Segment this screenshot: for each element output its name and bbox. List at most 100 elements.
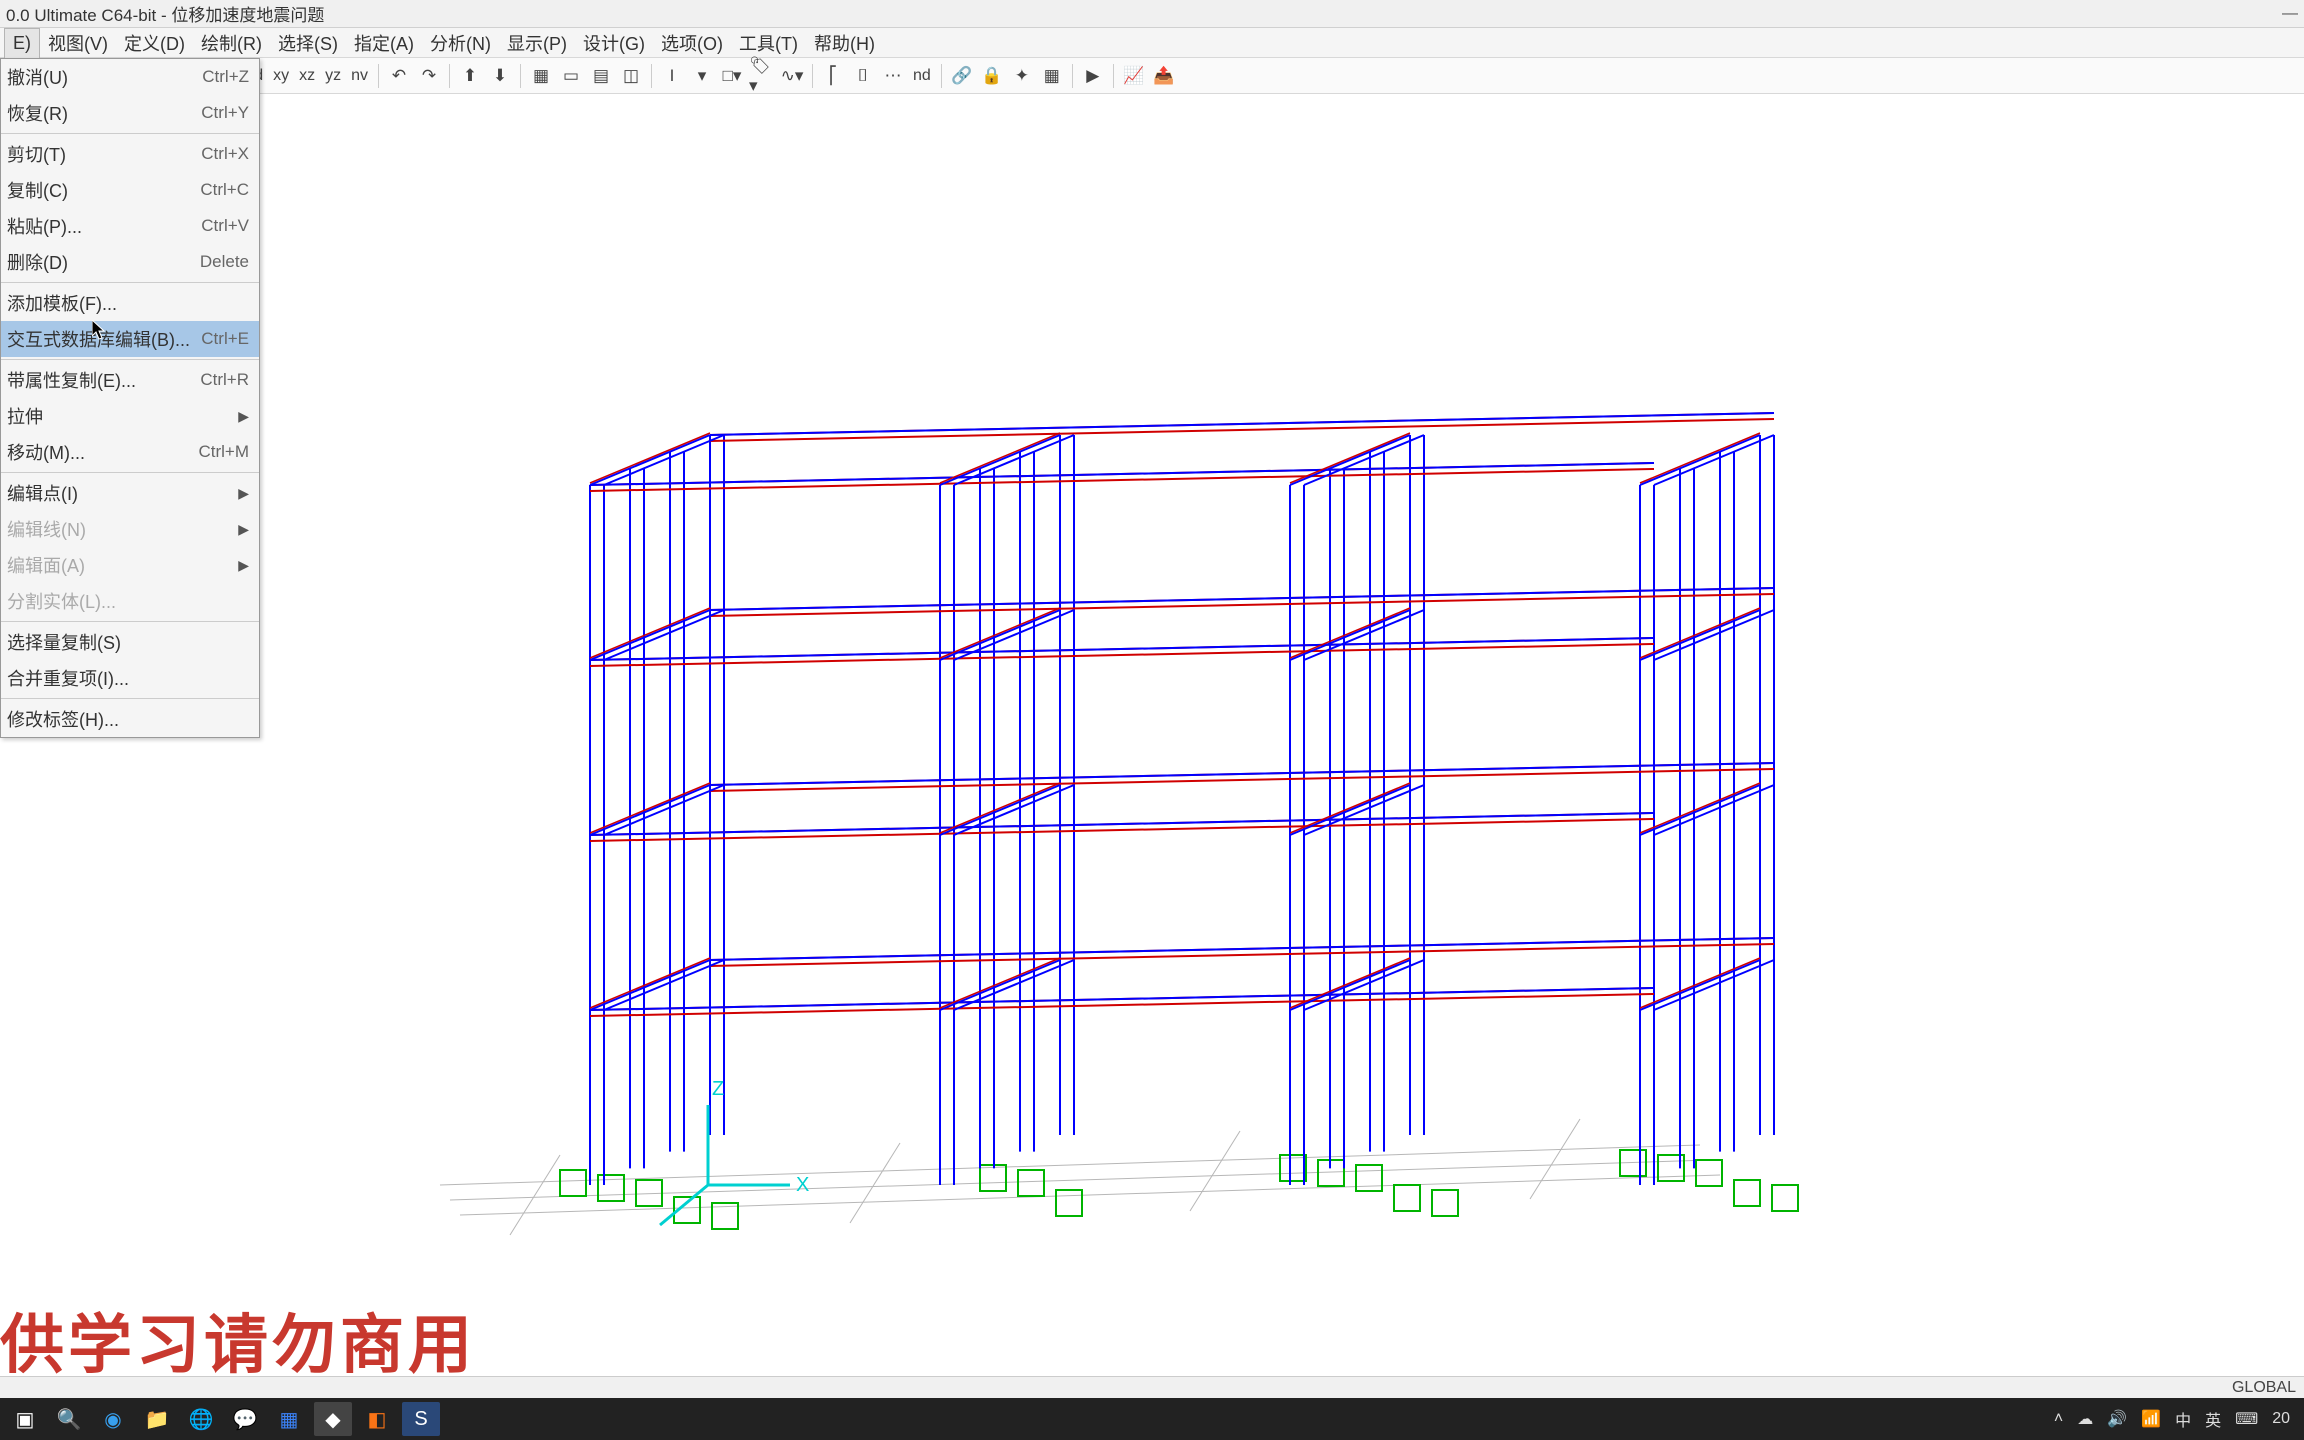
dropdown-1-icon[interactable]: ▾	[688, 62, 716, 90]
edit-menu-item-15[interactable]: 编辑点(I)▶	[1, 475, 259, 511]
ime-lang2[interactable]: 英	[2205, 1407, 2221, 1431]
edit-menu-item-6[interactable]: 删除(D)Delete	[1, 244, 259, 280]
door-icon[interactable]: ⌷	[849, 62, 877, 90]
menu-design[interactable]: 设计(G)	[575, 26, 653, 60]
redo-icon[interactable]: ↷	[415, 62, 443, 90]
menu-item-label: 编辑点(I)	[7, 480, 238, 506]
edit-menu-item-20[interactable]: 选择量复制(S)	[1, 624, 259, 660]
menu-item-label: 恢复(R)	[7, 100, 201, 126]
model-viewport[interactable]: Z X	[0, 94, 2304, 1376]
menu-item-label: 拉伸	[7, 403, 238, 429]
status-coord-system: GLOBAL	[2232, 1379, 2296, 1397]
layer-icon[interactable]: ◫	[617, 62, 645, 90]
up-arrow-icon[interactable]: ⬆	[456, 62, 484, 90]
edit-menu-item-1[interactable]: 恢复(R)Ctrl+Y	[1, 95, 259, 131]
edit-menu-item-3[interactable]: 剪切(T)Ctrl+X	[1, 136, 259, 172]
menu-item-label: 粘贴(P)...	[7, 213, 201, 239]
menu-help[interactable]: 帮助(H)	[806, 26, 883, 60]
text-icon[interactable]: I	[658, 62, 686, 90]
menu-item-label: 编辑线(N)	[7, 516, 238, 542]
menu-analyze[interactable]: 分析(N)	[422, 26, 499, 60]
menu-tools[interactable]: 工具(T)	[731, 26, 806, 60]
taskbar: ▣ 🔍 ◉ 📁 🌐 💬 ▦ ◆ ◧ S ˄ ☁ 🔊 📶 中 英 ⌨ 20	[0, 1398, 2304, 1440]
nd-button[interactable]: nd	[909, 67, 935, 85]
sap2000-icon[interactable]: S	[402, 1402, 440, 1436]
bracket-icon[interactable]: ⎡	[819, 62, 847, 90]
panel-icon[interactable]: ▤	[587, 62, 615, 90]
explorer-icon[interactable]: 📁	[138, 1402, 176, 1436]
edit-menu-item-9[interactable]: 交互式数据库编辑(B)...Ctrl+E	[1, 321, 259, 357]
shape-icon[interactable]: ▭	[557, 62, 585, 90]
grid-icon[interactable]: ▦	[527, 62, 555, 90]
menu-item-label: 添加模板(F)...	[7, 290, 249, 316]
menu-item-label: 删除(D)	[7, 249, 200, 275]
axis-z-label: Z	[712, 1078, 724, 1100]
edit-menu-item-0[interactable]: 撤消(U)Ctrl+Z	[1, 59, 259, 95]
edit-menu-item-11[interactable]: 带属性复制(E)...Ctrl+R	[1, 362, 259, 398]
menu-item-label: 选择量复制(S)	[7, 629, 249, 655]
edit-menu-item-17: 编辑面(A)▶	[1, 547, 259, 583]
status-bar: GLOBAL	[0, 1376, 2304, 1398]
watermark-text: 供学习请勿商用	[0, 1294, 476, 1386]
menu-bar: E) 视图(V) 定义(D) 绘制(R) 选择(S) 指定(A) 分析(N) 显…	[0, 28, 2304, 58]
edge-icon[interactable]: ◉	[94, 1402, 132, 1436]
menu-options[interactable]: 选项(O)	[653, 26, 731, 60]
menu-view[interactable]: 视图(V)	[40, 26, 116, 60]
app2-icon[interactable]: ◆	[314, 1402, 352, 1436]
view-xz-button[interactable]: xz	[295, 67, 319, 85]
square-dd-icon[interactable]: □▾	[718, 62, 746, 90]
menu-assign[interactable]: 指定(A)	[346, 26, 422, 60]
star-icon[interactable]: ✦	[1008, 62, 1036, 90]
curve-dd-icon[interactable]: ∿▾	[778, 62, 806, 90]
down-arrow-icon[interactable]: ⬇	[486, 62, 514, 90]
menu-define[interactable]: 定义(D)	[116, 26, 193, 60]
view-xy-button[interactable]: xy	[269, 67, 293, 85]
edit-menu-item-21[interactable]: 合并重复项(I)...	[1, 660, 259, 696]
system-tray: ˄ ☁ 🔊 📶 中 英 ⌨ 20	[2054, 1407, 2298, 1431]
search-icon[interactable]: 🔍	[50, 1402, 88, 1436]
tray-volume-icon[interactable]: 🔊	[2107, 1409, 2127, 1429]
ime-lang1[interactable]: 中	[2175, 1407, 2191, 1431]
edit-menu-item-12[interactable]: 拉伸▶	[1, 398, 259, 434]
menu-item-label: 分割实体(L)...	[7, 588, 249, 614]
start-icon[interactable]: ▣	[6, 1402, 44, 1436]
run-icon[interactable]: ▶	[1079, 62, 1107, 90]
menu-draw[interactable]: 绘制(R)	[193, 26, 270, 60]
menu-edit[interactable]: E)	[4, 28, 40, 58]
tray-chevron-icon[interactable]: ˄	[2054, 1410, 2063, 1428]
wechat-icon[interactable]: 💬	[226, 1402, 264, 1436]
tray-cloud-icon[interactable]: ☁	[2077, 1409, 2093, 1429]
taskbar-time[interactable]: 20	[2272, 1410, 2290, 1428]
label-dd-icon[interactable]: 🏷▾	[748, 62, 776, 90]
edit-menu-item-8[interactable]: 添加模板(F)...	[1, 285, 259, 321]
window-controls: —	[2282, 5, 2298, 23]
edit-menu-item-4[interactable]: 复制(C)Ctrl+C	[1, 172, 259, 208]
edit-menu-item-23[interactable]: 修改标签(H)...	[1, 701, 259, 737]
menu-item-label: 撤消(U)	[7, 64, 202, 90]
submenu-arrow-icon: ▶	[238, 521, 249, 538]
link-icon[interactable]: 🔗	[948, 62, 976, 90]
menu-item-label: 带属性复制(E)...	[7, 367, 200, 393]
app1-icon[interactable]: ▦	[270, 1402, 308, 1436]
chart-icon[interactable]: 📈	[1120, 62, 1148, 90]
dots-icon[interactable]: ⋯	[879, 62, 907, 90]
edit-dropdown-menu: 撤消(U)Ctrl+Z恢复(R)Ctrl+Y 剪切(T)Ctrl+X复制(C)Ct…	[0, 58, 260, 738]
model-svg: Z X	[0, 94, 2304, 1376]
table-icon[interactable]: ▦	[1038, 62, 1066, 90]
chrome-icon[interactable]: 🌐	[182, 1402, 220, 1436]
tray-keyboard-icon[interactable]: ⌨	[2235, 1409, 2258, 1429]
edit-menu-item-18: 分割实体(L)...	[1, 583, 259, 619]
menu-display[interactable]: 显示(P)	[499, 26, 575, 60]
view-nv-button[interactable]: nv	[347, 67, 372, 85]
menu-select[interactable]: 选择(S)	[270, 26, 346, 60]
lock-icon[interactable]: 🔒	[978, 62, 1006, 90]
export-icon[interactable]: 📤	[1150, 62, 1178, 90]
main-toolbar: 🔍 🔎 ⊕ ⊖ ✥ ↻ ⟳ 3-d xy xz yz nv ↶ ↷ ⬆ ⬇ ▦ …	[0, 58, 2304, 94]
tray-network-icon[interactable]: 📶	[2141, 1409, 2161, 1429]
app3-icon[interactable]: ◧	[358, 1402, 396, 1436]
undo-icon[interactable]: ↶	[385, 62, 413, 90]
edit-menu-item-5[interactable]: 粘贴(P)...Ctrl+V	[1, 208, 259, 244]
view-yz-button[interactable]: yz	[321, 67, 345, 85]
minimize-button[interactable]: —	[2282, 5, 2298, 23]
edit-menu-item-13[interactable]: 移动(M)...Ctrl+M	[1, 434, 259, 470]
